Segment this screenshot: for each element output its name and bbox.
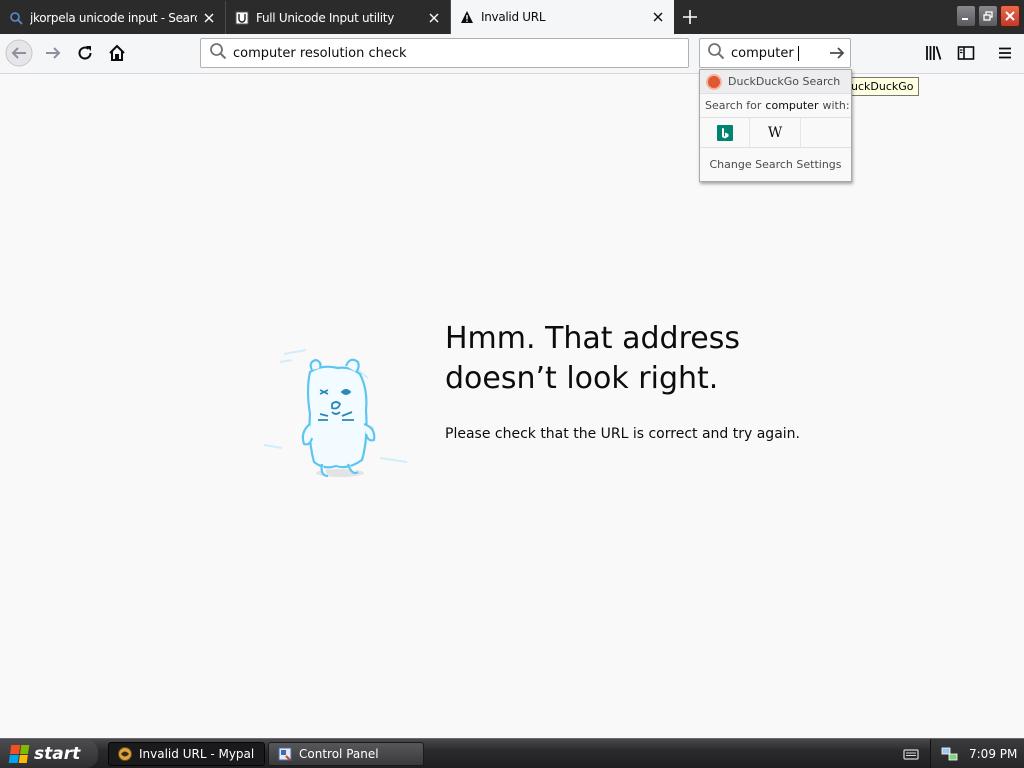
- change-search-settings-button[interactable]: Change Search Settings: [700, 148, 851, 180]
- menu-button[interactable]: [990, 39, 1020, 67]
- close-icon[interactable]: [197, 6, 221, 30]
- taskbar-item-label: Control Panel: [299, 747, 379, 761]
- home-icon: [109, 44, 125, 61]
- control-panel-icon: [278, 747, 292, 761]
- windows-logo-icon: [8, 745, 30, 763]
- engine-tooltip: uckDuckGo: [846, 77, 919, 96]
- sidebar-button[interactable]: [951, 39, 981, 67]
- unicode-icon: [234, 10, 250, 26]
- reload-button[interactable]: [70, 39, 100, 67]
- nav-toolbar: computer resolution check computer: [0, 34, 1024, 74]
- tab-strip: jkorpela unicode input - Search Full Uni…: [0, 0, 1024, 34]
- search-bar[interactable]: computer: [699, 38, 851, 68]
- new-tab-button[interactable]: [676, 4, 704, 30]
- clock[interactable]: 7:09 PM: [969, 747, 1017, 761]
- start-label: start: [34, 744, 81, 764]
- minimize-icon: [962, 18, 968, 20]
- search-input-value: computer: [731, 45, 794, 61]
- taskbar-item-label: Invalid URL - Mypal: [139, 747, 255, 761]
- search-icon: [8, 10, 24, 26]
- current-engine-row[interactable]: DuckDuckGo Search: [700, 70, 851, 93]
- text-caret: [797, 45, 799, 61]
- start-button[interactable]: start: [0, 740, 98, 768]
- home-button[interactable]: [102, 39, 132, 67]
- bing-engine-button[interactable]: [700, 118, 751, 147]
- system-tray: 7:09 PM: [930, 739, 1024, 768]
- search-for-header: Search for computer with:: [700, 93, 851, 117]
- one-off-engines: W: [700, 117, 851, 148]
- wikipedia-icon: W: [767, 124, 783, 141]
- tab-label: Full Unicode Input utility: [256, 10, 395, 25]
- keyboard-icon[interactable]: [903, 746, 919, 762]
- close-window-button[interactable]: [1000, 5, 1020, 27]
- search-icon: [209, 42, 227, 64]
- search-for-suffix: with:: [822, 99, 850, 112]
- restore-button[interactable]: [978, 5, 998, 27]
- restore-icon: [983, 11, 993, 21]
- error-description: Please check that the URL is correct and…: [445, 426, 800, 442]
- search-go-button[interactable]: [824, 40, 850, 66]
- search-for-prefix: Search for: [705, 99, 762, 112]
- forward-button[interactable]: [38, 39, 68, 67]
- search-for-term: computer: [765, 99, 819, 112]
- tooltip-text: uckDuckGo: [851, 80, 914, 93]
- arrow-right-icon: [830, 47, 845, 59]
- hamburger-menu-icon: [999, 47, 1011, 59]
- windows-taskbar: start Invalid URL - Mypal Control Panel …: [0, 738, 1024, 768]
- empty-engine-slot: [801, 118, 851, 147]
- library-button[interactable]: [919, 39, 949, 67]
- search-input[interactable]: computer: [731, 45, 824, 61]
- close-icon: [1005, 11, 1015, 21]
- search-suggestions-popup: DuckDuckGo Search Search for computer wi…: [699, 69, 852, 182]
- duckduckgo-icon: [706, 73, 722, 90]
- engine-name: DuckDuckGo Search: [728, 75, 841, 88]
- confused-mascot-illustration: [263, 349, 408, 478]
- bing-icon: [716, 124, 733, 141]
- tab-unicode[interactable]: Full Unicode Input utility: [225, 1, 450, 34]
- reload-icon: [78, 46, 92, 60]
- error-page: Hmm. That address doesn’t look right. Pl…: [0, 74, 1024, 738]
- warning-icon: [459, 9, 475, 25]
- url-text: computer resolution check: [233, 45, 407, 61]
- url-bar[interactable]: computer resolution check: [200, 38, 689, 68]
- wikipedia-engine-button[interactable]: W: [750, 118, 801, 147]
- tab-label: Invalid URL: [481, 10, 546, 24]
- close-icon[interactable]: [422, 6, 446, 30]
- back-arrow-icon: [5, 39, 33, 67]
- minimize-button[interactable]: [956, 5, 976, 27]
- taskbar-item-mypal[interactable]: Invalid URL - Mypal: [108, 742, 265, 766]
- network-icon[interactable]: [941, 746, 959, 762]
- mypal-icon: [118, 747, 132, 761]
- error-title: Hmm. That address doesn’t look right.: [445, 321, 740, 396]
- sidebar-icon: [957, 46, 975, 60]
- settings-label: Change Search Settings: [709, 157, 842, 171]
- search-icon: [707, 42, 725, 64]
- back-button[interactable]: [4, 39, 34, 67]
- forward-arrow-icon: [46, 47, 61, 59]
- tab-invalid-url[interactable]: Invalid URL: [450, 0, 674, 34]
- tab-search[interactable]: jkorpela unicode input - Search: [0, 1, 225, 34]
- tab-label: jkorpela unicode input - Search: [30, 10, 197, 25]
- plus-icon: [683, 10, 697, 24]
- taskbar-item-control-panel[interactable]: Control Panel: [268, 742, 424, 766]
- library-icon: [926, 46, 942, 60]
- close-icon[interactable]: [646, 5, 670, 29]
